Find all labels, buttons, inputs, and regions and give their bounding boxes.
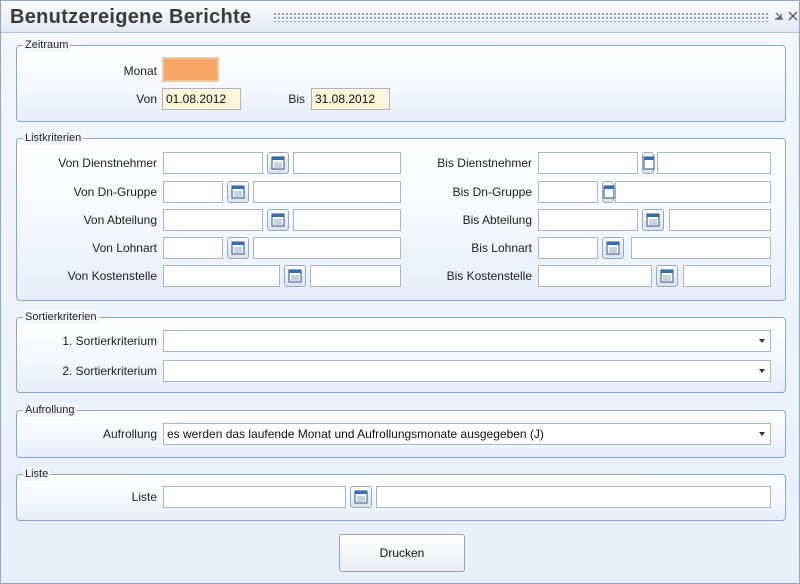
bis-kostenstelle-label: Bis Kostenstelle [446, 269, 532, 283]
bis-lohnart-input[interactable] [538, 237, 598, 259]
von-lohnart-label: Von Lohnart [92, 241, 157, 255]
liste-description [376, 486, 771, 508]
calendar-icon[interactable] [642, 152, 655, 174]
calendar-icon[interactable] [284, 265, 306, 287]
sortierkriterium-2-select[interactable] [163, 360, 771, 382]
group-sortierkriterien: Sortierkriterien 1. Sortierkriterium 2. … [16, 310, 786, 393]
von-dn-gruppe-label: Von Dn-Gruppe [73, 185, 157, 199]
liste-label: Liste [131, 490, 157, 504]
bis-abteilung-description [669, 209, 771, 231]
bis-lohnart-description [631, 237, 771, 259]
legend-listkriterien: Listkriterien [23, 131, 84, 145]
chevron-down-icon[interactable] [759, 369, 765, 373]
von-lohnart-input[interactable] [163, 237, 223, 259]
close-icon[interactable] [787, 9, 799, 23]
calendar-icon[interactable] [227, 181, 249, 203]
calendar-icon[interactable] [227, 237, 249, 259]
von-abteilung-label: Von Abteilung [83, 213, 157, 227]
calendar-icon[interactable] [602, 237, 624, 259]
bis-dienstnehmer-label: Bis Dienstnehmer [437, 156, 532, 170]
bis-abteilung-label: Bis Abteilung [462, 213, 532, 227]
monat-label: Monat [123, 64, 157, 78]
von-kostenstelle-description [310, 265, 401, 287]
report-window: Benutzereigene Berichte Zeitraum Monat V… [0, 0, 800, 584]
calendar-icon[interactable] [350, 486, 372, 508]
calendar-icon[interactable] [656, 265, 678, 287]
von-dienstnehmer-description [293, 152, 401, 174]
aufrollung-label: Aufrollung [102, 427, 157, 441]
group-listkriterien: Listkriterien Von Dienstnehmer Bis Diens… [16, 131, 786, 301]
calendar-icon[interactable] [602, 181, 615, 203]
bis-datum-input[interactable]: 31.08.2012 [311, 88, 390, 110]
sortierkriterium-1-label: 1. Sortierkriterium [62, 334, 157, 348]
bis-datum-label: Bis [288, 92, 305, 106]
calendar-icon[interactable] [642, 209, 664, 231]
group-liste: Liste Liste [16, 467, 786, 521]
von-abteilung-input[interactable] [163, 209, 263, 231]
von-lohnart-description [253, 237, 401, 259]
title-bar: Benutzereigene Berichte [1, 1, 799, 33]
bis-abteilung-input[interactable] [538, 209, 638, 231]
window-title: Benutzereigene Berichte [10, 6, 252, 28]
von-dienstnehmer-label: Von Dienstnehmer [58, 156, 157, 170]
legend-sortierkriterien: Sortierkriterien [23, 310, 99, 324]
von-dn-gruppe-input[interactable] [163, 181, 223, 203]
chevron-down-icon[interactable] [759, 339, 765, 343]
bis-dienstnehmer-input[interactable] [538, 152, 638, 174]
calendar-icon[interactable] [267, 209, 289, 231]
von-kostenstelle-label: Von Kostenstelle [67, 269, 157, 283]
print-button[interactable]: Drucken [339, 534, 465, 572]
sortierkriterium-2-label: 2. Sortierkriterium [62, 364, 157, 378]
legend-aufrollung: Aufrollung [23, 403, 77, 417]
group-aufrollung: Aufrollung Aufrollung es werden das lauf… [16, 403, 786, 458]
chevron-down-icon[interactable] [759, 432, 765, 436]
title-bar-grip [273, 12, 769, 22]
group-zeitraum: Zeitraum Monat Von 01.08.2012 Bis 31.08.… [16, 38, 786, 122]
bis-dn-gruppe-description [615, 181, 771, 203]
von-dienstnehmer-input[interactable] [163, 152, 263, 174]
minimize-icon[interactable] [773, 9, 785, 23]
von-datum-input[interactable]: 01.08.2012 [162, 88, 241, 110]
von-abteilung-description [293, 209, 401, 231]
bis-dn-gruppe-input[interactable] [538, 181, 598, 203]
monat-input[interactable] [162, 57, 219, 82]
bis-kostenstelle-description [683, 265, 771, 287]
von-kostenstelle-input[interactable] [163, 265, 280, 287]
von-datum-label: Von [136, 92, 157, 106]
bis-dienstnehmer-description [657, 152, 771, 174]
liste-input[interactable] [163, 486, 346, 508]
bis-lohnart-label: Bis Lohnart [471, 241, 532, 255]
legend-liste: Liste [23, 467, 51, 481]
aufrollung-select[interactable]: es werden das laufende Monat und Aufroll… [163, 423, 771, 445]
bis-dn-gruppe-label: Bis Dn-Gruppe [452, 185, 532, 199]
aufrollung-value: es werden das laufende Monat und Aufroll… [167, 427, 544, 441]
sortierkriterium-1-select[interactable] [163, 330, 771, 352]
von-dn-gruppe-description [253, 181, 401, 203]
calendar-icon[interactable] [267, 152, 289, 174]
legend-zeitraum: Zeitraum [23, 38, 71, 52]
bis-kostenstelle-input[interactable] [538, 265, 652, 287]
